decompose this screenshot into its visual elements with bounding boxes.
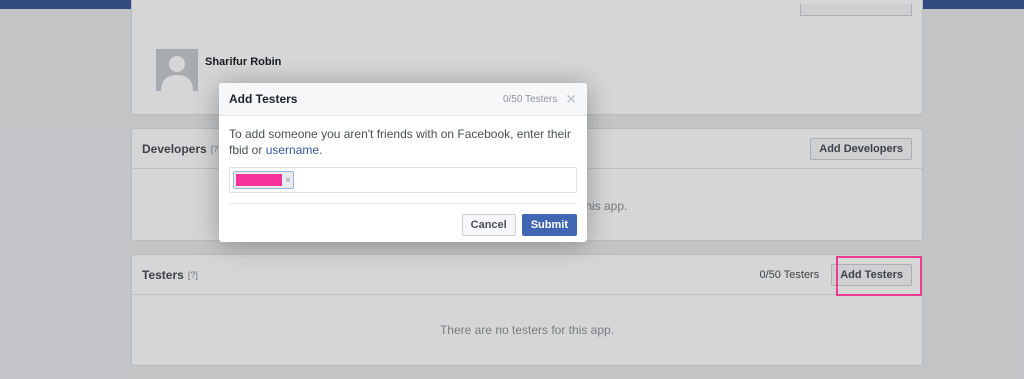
dialog-body: To add someone you aren't friends with o… — [219, 116, 587, 193]
dialog-description: To add someone you aren't friends with o… — [229, 126, 577, 158]
cancel-button[interactable]: Cancel — [461, 214, 516, 236]
dialog-testers-count: 0/50 Testers — [502, 93, 558, 105]
tester-token[interactable]: × — [233, 171, 294, 189]
description-period: . — [319, 143, 323, 157]
token-remove-icon[interactable]: × — [285, 175, 291, 186]
annotation-highlight-box — [836, 256, 922, 296]
dialog-title: Add Testers — [229, 92, 298, 106]
dialog-header: Add Testers 0/50 Testers ✕ — [219, 83, 587, 116]
redacted-name — [236, 174, 282, 186]
submit-button[interactable]: Submit — [521, 214, 577, 236]
testers-token-input[interactable]: × — [229, 167, 577, 193]
username-link[interactable]: username — [266, 143, 319, 157]
add-testers-dialog: Add Testers 0/50 Testers ✕ To add someon… — [219, 83, 587, 242]
dialog-footer: Cancel Submit — [219, 204, 587, 236]
close-icon[interactable]: ✕ — [565, 92, 577, 106]
